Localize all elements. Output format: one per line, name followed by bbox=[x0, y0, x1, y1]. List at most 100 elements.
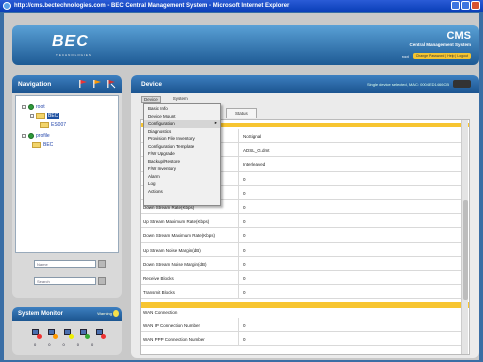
search-icon[interactable] bbox=[98, 276, 106, 285]
menu-item-fw-inventory[interactable]: F/W Inventory bbox=[144, 165, 220, 173]
menu-item-diagnostics[interactable]: Diagnostics bbox=[144, 128, 220, 136]
table-row: Down Stream Noise Margin(dB) 0 bbox=[141, 256, 461, 271]
menu-item-label: Backup/Restore bbox=[148, 158, 181, 164]
navigation-panel: Navigation - root - BEC ES007 - profile … bbox=[12, 75, 122, 298]
collapse-icon[interactable]: - bbox=[30, 114, 34, 118]
menu-item-configuration-template[interactable]: Configuration Template bbox=[144, 143, 220, 151]
monitor-count: 0 bbox=[62, 342, 65, 347]
collapse-icon[interactable]: - bbox=[22, 134, 26, 138]
row-value: 0 bbox=[243, 176, 246, 182]
selection-info: Single device selected, MAC: 0004ED1466C… bbox=[366, 82, 449, 87]
pc-status-icon[interactable] bbox=[96, 329, 106, 339]
tree-node-label: root bbox=[36, 104, 45, 110]
collapse-icon[interactable]: - bbox=[22, 105, 26, 109]
bec-logo-subtitle: TECHNOLOGIES bbox=[56, 53, 92, 57]
row-value: 0 bbox=[243, 323, 246, 328]
row-key: WAN PPP Connection Number bbox=[141, 332, 239, 346]
minimize-button[interactable] bbox=[451, 1, 460, 10]
folder-icon bbox=[36, 113, 45, 119]
menu-item-device-mount[interactable]: Device Mount bbox=[144, 113, 220, 121]
tree-node-profile[interactable]: - profile bbox=[22, 133, 50, 139]
scrollbar-thumb[interactable] bbox=[463, 200, 468, 300]
tree-node-label: BEC bbox=[47, 113, 60, 119]
menu-item-label: Configuration bbox=[148, 121, 175, 126]
search-input[interactable]: Search bbox=[34, 276, 96, 285]
device-dropdown-menu: Basic Info Device Mount Configuration ▸ D… bbox=[143, 103, 221, 206]
edit-flag-icon[interactable] bbox=[92, 79, 102, 89]
menu-item-backup-restore[interactable]: Backup/Restore bbox=[144, 158, 220, 166]
folder-icon bbox=[40, 122, 49, 128]
monitor-count: 0 bbox=[34, 342, 37, 347]
row-value: 0 bbox=[243, 233, 246, 239]
add-flag-icon[interactable] bbox=[78, 79, 88, 89]
menu-item-configuration[interactable]: Configuration ▸ bbox=[144, 120, 220, 128]
pc-status-icon[interactable] bbox=[48, 329, 58, 339]
menu-system[interactable]: System bbox=[173, 96, 188, 103]
navigation-toolbar bbox=[78, 79, 116, 89]
menu-item-label: Actions bbox=[148, 188, 163, 194]
wan-section-divider bbox=[141, 302, 469, 308]
table-row: Transmit Blocks 0 bbox=[141, 285, 461, 300]
menu-item-provision-file-inventory[interactable]: Provision File Inventory bbox=[144, 135, 220, 143]
row-value: 0 bbox=[243, 290, 246, 296]
maximize-button[interactable] bbox=[461, 1, 470, 10]
row-value: 0 bbox=[243, 275, 246, 281]
system-monitor-panel: System Monitor Warning 0 0 0 0 0 bbox=[12, 307, 122, 355]
monitor-count: 0 bbox=[90, 342, 94, 347]
content-scrollbar[interactable] bbox=[461, 120, 468, 354]
menu-item-label: Log bbox=[148, 181, 156, 186]
globe-icon bbox=[28, 104, 34, 110]
table-row: Down Stream Maximum Rate(Kbps) 0 bbox=[141, 228, 461, 243]
warning-bulb-icon bbox=[113, 310, 119, 317]
row-key: Up Stream Maximum Rate(Kbps) bbox=[141, 214, 239, 228]
menu-item-label: F/W Inventory bbox=[148, 166, 177, 171]
pc-status-icon[interactable] bbox=[64, 329, 74, 339]
menu-item-label: Diagnostics bbox=[148, 128, 172, 134]
menu-item-actions[interactable]: Actions bbox=[144, 188, 220, 196]
navigation-header: Navigation bbox=[12, 75, 122, 93]
tree-node-profile-bec[interactable]: BEC bbox=[32, 142, 53, 148]
menu-item-label: Alarm bbox=[148, 173, 160, 179]
row-value: ADSL_G.dmt bbox=[243, 148, 270, 154]
tree-node-label: BEC bbox=[43, 142, 54, 148]
header-links: root Change Password | Help | Logout bbox=[402, 53, 471, 59]
table-row: Up Stream Maximum Rate(Kbps) 0 bbox=[141, 214, 461, 229]
tree-node-bec[interactable]: - BEC bbox=[30, 113, 60, 119]
header-banner: BEC TECHNOLOGIES CMS Central Management … bbox=[12, 25, 479, 65]
row-value: 0 bbox=[243, 337, 246, 343]
row-value: Interleaved bbox=[243, 162, 266, 168]
row-key: Receive Blocks bbox=[141, 270, 239, 285]
table-row: WAN PPP Connection Number 0 bbox=[141, 332, 461, 347]
router-icon bbox=[453, 80, 471, 88]
tree-search: Name Search bbox=[34, 257, 114, 291]
pc-status-icon[interactable] bbox=[80, 329, 90, 339]
row-key: Transmit Blocks bbox=[141, 285, 239, 299]
close-button[interactable] bbox=[471, 1, 480, 10]
tree-node-root[interactable]: - root bbox=[22, 104, 45, 110]
menu-item-log[interactable]: Log bbox=[144, 180, 220, 188]
row-key: WAN IP Connection Number bbox=[141, 318, 239, 332]
menu-item-alarm[interactable]: Alarm bbox=[144, 173, 220, 181]
name-filter-select[interactable]: Name bbox=[34, 259, 96, 268]
menu-item-label: Provision File Inventory bbox=[148, 136, 195, 141]
window-controls bbox=[451, 1, 480, 10]
pc-status-icon[interactable] bbox=[32, 329, 42, 339]
row-value: 0 bbox=[243, 219, 246, 225]
user-link[interactable]: root bbox=[402, 54, 409, 59]
menu-item-basic-info[interactable]: Basic Info bbox=[144, 105, 220, 113]
device-tree: - root - BEC ES007 - profile BEC bbox=[15, 95, 119, 253]
menu-item-label: Basic Info bbox=[148, 106, 168, 111]
delete-flag-icon[interactable] bbox=[106, 79, 116, 89]
submenu-arrow-icon: ▸ bbox=[214, 120, 217, 125]
cms-subtitle: Central Management System bbox=[409, 42, 471, 47]
tab-status[interactable]: Status bbox=[226, 108, 257, 118]
menu-item-fw-upgrade[interactable]: F/W Upgrade bbox=[144, 150, 220, 158]
monitor-counts: 0 0 0 0 0 bbox=[34, 342, 93, 347]
tree-node-es007[interactable]: ES007 bbox=[40, 122, 66, 128]
monitor-count: 0 bbox=[76, 342, 79, 347]
dropdown-arrow-icon[interactable] bbox=[98, 259, 106, 268]
navigation-title: Navigation bbox=[18, 81, 52, 88]
menu-device[interactable]: Device bbox=[141, 96, 161, 103]
row-value: 0 bbox=[243, 204, 246, 210]
account-links[interactable]: Change Password | Help | Logout bbox=[412, 53, 471, 59]
